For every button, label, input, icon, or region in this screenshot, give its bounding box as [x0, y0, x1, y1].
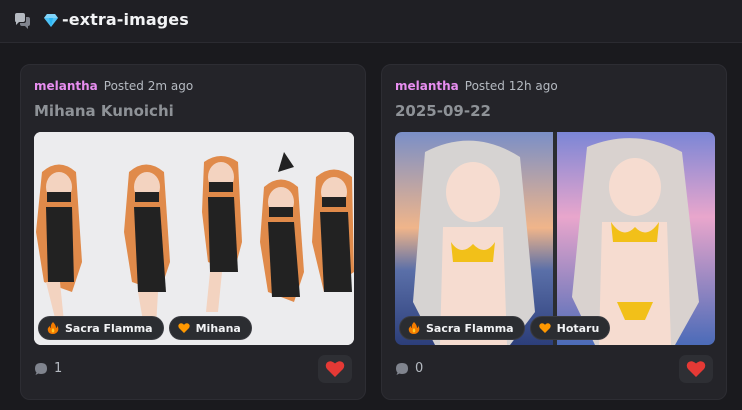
post-tags: Sacra Flamma Hotaru [400, 317, 610, 339]
tag-label: Mihana [195, 321, 241, 335]
post-title[interactable]: Mihana Kunoichi [34, 102, 174, 120]
red-heart-icon [686, 361, 706, 377]
fire-icon [47, 322, 59, 334]
tag-hotaru[interactable]: Hotaru [530, 317, 610, 339]
post-tags: Sacra Flamma Mihana [39, 317, 251, 339]
post-thumbnail[interactable]: Sacra Flamma Mihana [34, 132, 354, 345]
reaction-button[interactable] [679, 355, 713, 383]
post-meta: melantha Posted 2m ago [34, 79, 193, 93]
post-footer: 1 [34, 361, 62, 376]
channel-name[interactable]: -extra-images [62, 10, 189, 29]
author-name[interactable]: melantha [34, 79, 98, 93]
gem-icon [44, 14, 58, 27]
post-image-right [557, 132, 715, 345]
reaction-button[interactable] [318, 355, 352, 383]
tag-label: Hotaru [556, 321, 600, 335]
comment-count: 1 [54, 361, 63, 376]
forum-channel-icon [15, 13, 30, 29]
post-thumbnail[interactable]: Sacra Flamma Hotaru [395, 132, 715, 345]
forum-post-card[interactable]: melantha Posted 12h ago 2025-09-22 Sacra… [381, 64, 727, 400]
post-image-left [395, 132, 553, 345]
forum-post-card[interactable]: melantha Posted 2m ago Mihana Kunoichi S… [20, 64, 366, 400]
post-meta: melantha Posted 12h ago [395, 79, 558, 93]
orange-heart-icon [177, 323, 190, 333]
fire-icon [408, 322, 420, 334]
tag-sacra-flamma[interactable]: Sacra Flamma [39, 317, 163, 339]
posted-time: Posted 2m ago [103, 79, 194, 93]
posted-time: Posted 12h ago [464, 79, 558, 93]
red-heart-icon [325, 361, 345, 377]
comment-count: 0 [415, 361, 424, 376]
tag-label: Sacra Flamma [426, 321, 514, 335]
tag-label: Sacra Flamma [65, 321, 153, 335]
post-footer: 0 [395, 361, 423, 376]
post-image [34, 132, 354, 345]
comment-icon [35, 362, 47, 375]
author-name[interactable]: melantha [395, 79, 459, 93]
comment-icon [396, 362, 408, 375]
orange-heart-icon [538, 323, 551, 333]
post-title[interactable]: 2025-09-22 [395, 102, 491, 120]
channel-header: -extra-images [0, 0, 742, 43]
tag-mihana[interactable]: Mihana [169, 317, 251, 339]
tag-sacra-flamma[interactable]: Sacra Flamma [400, 317, 524, 339]
forum-post-grid: melantha Posted 2m ago Mihana Kunoichi S… [0, 44, 742, 410]
